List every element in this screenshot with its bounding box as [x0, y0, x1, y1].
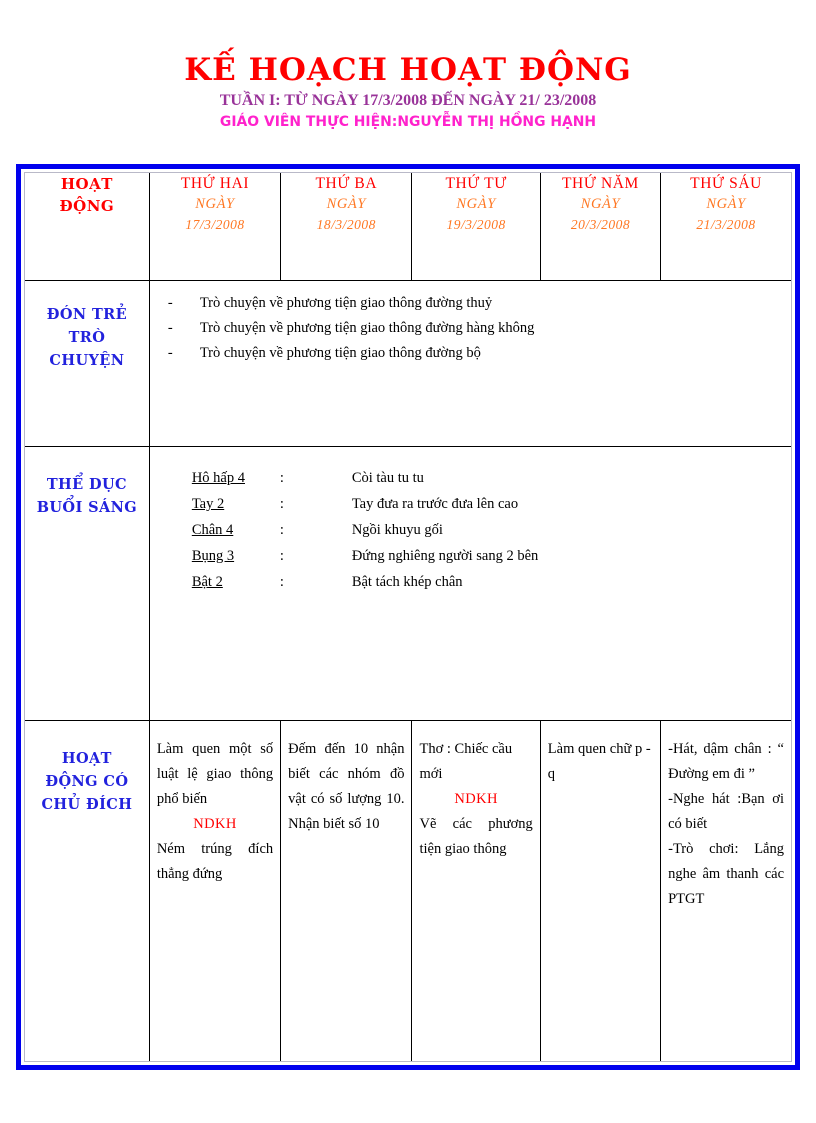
exercise-desc-4: Đứng nghiêng người sang 2 bên [351, 547, 539, 564]
header-date-monday: 17/3/2008 [185, 217, 245, 232]
purposeful-cell-monday: Làm quen một số luật lệ giao thông phổ b… [148, 719, 282, 1061]
purposeful-label-line2: ĐỘNG CÓ [45, 772, 129, 790]
monday-ndkh-label: NDKH [193, 815, 237, 832]
exercise-label-line2: BUỔI SÁNG [36, 498, 138, 516]
welcome-label-line1: ĐÓN TRẺ [46, 306, 128, 324]
table-row-morning-exercise: THỂ DỤC BUỔI SÁNG Hô hấp 4: Còi tàu tu tu… [25, 445, 791, 721]
header-date-wednesday: 19/3/2008 [446, 217, 506, 232]
purposeful-cell-thursday: Làm quen chữ p - q [539, 719, 662, 1061]
header-cell-wednesday: THỨ TƯ NGÀY 19/3/2008 [411, 173, 541, 282]
wednesday-ndkh-label: NDKH [454, 790, 498, 807]
exercise-desc-1: Còi tàu tu tu [351, 469, 424, 486]
friday-activity-line3: -Trò chơi: Lắng nghe âm thanh các PTGT [668, 840, 784, 907]
exercise-name-5: Bật 2 [191, 573, 223, 590]
monday-activity-after: Ném trúng đích thẳng đứng [156, 840, 274, 882]
exercise-colon: : [279, 521, 284, 538]
welcome-item-text-3: Trò chuyện về phương tiện giao thông đườ… [199, 345, 481, 362]
exercise-colon: : [279, 469, 284, 486]
table-row-welcome: ĐÓN TRẺ TRÒ CHUYỆN - Trò chuyện về phương… [25, 280, 791, 447]
exercise-colon: : [279, 495, 284, 512]
header-ngay-thursday: NGÀY [580, 196, 621, 212]
bullet-dash: - [167, 320, 173, 337]
plan-table-frame-inner: HOẠT ĐỘNG THỨ HAI NGÀY 17/3/2008 THỨ BA … [24, 172, 792, 1062]
header-activity-line1: HOẠT [60, 175, 113, 193]
header-date-thursday: 20/3/2008 [570, 217, 631, 232]
list-item: Chân 4: Ngồi khuyu gối [192, 517, 785, 543]
header-day-name-tuesday: THỨ BA [315, 175, 378, 192]
header-ngay-friday: NGÀY [706, 196, 746, 212]
document-header: KẾ HOẠCH HOẠT ĐỘNG TUẦN I: TỪ NGÀY 17/3/… [0, 52, 816, 132]
thursday-activity-text: Làm quen chữ p - q [547, 740, 651, 782]
welcome-item-text-2: Trò chuyện về phương tiện giao thông đườ… [199, 320, 535, 337]
exercise-label-line1: THỂ DỤC [46, 475, 127, 493]
header-cell-monday: THỨ HAI NGÀY 17/3/2008 [148, 173, 282, 282]
list-item: Tay 2: Tay đưa ra trước đưa lên cao [192, 491, 785, 517]
list-item: - Trò chuyện về phương tiện giao thông đư… [168, 341, 785, 366]
exercise-name-3: Chân 4 [191, 521, 234, 538]
exercise-content-cell: Hô hấp 4: Còi tàu tu tu Tay 2: Tay đưa ra … [148, 445, 791, 721]
header-ngay-monday: NGÀY [195, 196, 235, 212]
list-item: Bụng 3: Đứng nghiêng người sang 2 bên [192, 543, 785, 569]
header-activity-line2: ĐỘNG [59, 197, 115, 215]
header-day-name-wednesday: THỨ TƯ [445, 175, 507, 192]
purposeful-cell-friday: -Hát, dậm chân : “ Đường em đi ” -Nghe h… [660, 719, 791, 1061]
list-item: - Trò chuyện về phương tiện giao thông đư… [168, 291, 785, 316]
friday-activity-line1: -Hát, dậm chân : “ Đường em đi ” [668, 740, 784, 782]
list-item: Hô hấp 4: Còi tàu tu tu [192, 465, 785, 491]
page-title: KẾ HOẠCH HOẠT ĐỘNG [184, 52, 632, 88]
bullet-dash: - [167, 295, 173, 312]
friday-activity-line2: -Nghe hát :Bạn ơi có biết [668, 790, 784, 832]
header-day-name-thursday: THỨ NĂM [561, 175, 639, 192]
wednesday-activity-after: Vẽ các phương tiện giao thông [419, 815, 533, 857]
welcome-label-line3: CHUYỆN [49, 352, 125, 370]
header-cell-thursday: THỨ NĂM NGÀY 20/3/2008 [539, 173, 662, 282]
row-label-cell-exercise: THỂ DỤC BUỔI SÁNG [25, 445, 150, 721]
activity-plan-table: HOẠT ĐỘNG THỨ HAI NGÀY 17/3/2008 THỨ BA … [25, 173, 791, 1061]
monday-activity-before: Làm quen một số luật lệ giao thông phổ b… [156, 740, 274, 807]
table-row-purposeful-activity: HOẠT ĐỘNG CÓ CHỦ ĐÍCH Làm quen một số lu… [25, 719, 791, 1061]
exercise-name-4: Bụng 3 [191, 547, 235, 564]
header-day-name-friday: THỨ SÁU [690, 175, 762, 192]
header-cell-friday: THỨ SÁU NGÀY 21/3/2008 [660, 173, 791, 282]
welcome-content-cell: - Trò chuyện về phương tiện giao thông đư… [148, 280, 791, 447]
header-ngay-wednesday: NGÀY [456, 196, 496, 212]
header-date-tuesday: 18/3/2008 [316, 217, 376, 232]
teacher-name-line: GIÁO VIÊN THỰC HIỆN:NGUYỄN THỊ HỒNG HẠNH [219, 114, 597, 130]
plan-table-frame: HOẠT ĐỘNG THỨ HAI NGÀY 17/3/2008 THỨ BA … [16, 164, 800, 1070]
exercise-colon: : [279, 573, 284, 590]
exercise-name-1: Hô hấp 4 [191, 469, 245, 486]
header-date-friday: 21/3/2008 [696, 217, 756, 232]
purposeful-label-line3: CHỦ ĐÍCH [41, 795, 133, 813]
purposeful-cell-wednesday: Thơ : Chiếc cầu mới NDKH Vẽ các phương t… [411, 719, 541, 1061]
row-label-cell-welcome: ĐÓN TRẺ TRÒ CHUYỆN [25, 280, 150, 447]
header-cell-tuesday: THỨ BA NGÀY 18/3/2008 [280, 173, 413, 282]
exercise-desc-2: Tay đưa ra trước đưa lên cao [351, 495, 519, 512]
header-ngay-tuesday: NGÀY [326, 196, 367, 212]
table-header-row: HOẠT ĐỘNG THỨ HAI NGÀY 17/3/2008 THỨ BA … [25, 173, 791, 282]
welcome-item-text-1: Trò chuyện về phương tiện giao thông đườ… [199, 295, 493, 312]
purposeful-label-line1: HOẠT [61, 749, 112, 767]
exercise-desc-3: Ngồi khuyu gối [351, 521, 443, 538]
header-cell-activity: HOẠT ĐỘNG [25, 173, 150, 282]
tuesday-activity-text: Đếm đến 10 nhận biết các nhóm đồ vật có … [288, 740, 405, 832]
list-item: Bật 2: Bật tách khép chân [192, 569, 785, 595]
list-item: - Trò chuyện về phương tiện giao thông đư… [168, 316, 785, 341]
row-label-cell-purposeful: HOẠT ĐỘNG CÓ CHỦ ĐÍCH [25, 719, 150, 1061]
header-day-name-monday: THỨ HAI [180, 175, 250, 192]
purposeful-cell-tuesday: Đếm đến 10 nhận biết các nhóm đồ vật có … [280, 719, 413, 1061]
welcome-label-line2: TRÒ [68, 329, 106, 347]
exercise-desc-5: Bật tách khép chân [351, 573, 463, 590]
week-range-line: TUẦN I: TỪ NGÀY 17/3/2008 ĐẾN NGÀY 21/ 2… [219, 92, 597, 109]
exercise-name-2: Tay 2 [191, 495, 225, 512]
wednesday-activity-before: Thơ : Chiếc cầu mới [419, 740, 513, 782]
exercise-colon: : [279, 547, 284, 564]
bullet-dash: - [167, 345, 173, 362]
